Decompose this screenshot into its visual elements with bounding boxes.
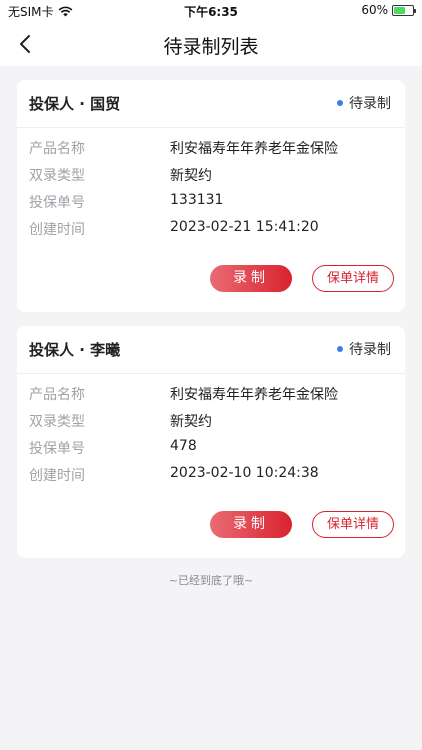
field-value: 2023-02-21 15:41:20 bbox=[170, 219, 319, 235]
card-header: 投保人 · 国贸 待录制 bbox=[17, 80, 405, 128]
battery-icon bbox=[392, 4, 416, 16]
field-row: 双录类型 新契约 bbox=[17, 411, 405, 438]
field-label: 双录类型 bbox=[29, 414, 85, 430]
status-text: 待录制 bbox=[349, 342, 391, 358]
field-value: 利安福寿年年养老年金保险 bbox=[170, 387, 338, 403]
field-value: 478 bbox=[170, 438, 197, 454]
field-value: 新契约 bbox=[170, 168, 212, 184]
record-button[interactable]: 录制 bbox=[210, 265, 292, 292]
field-value: 新契约 bbox=[170, 414, 212, 430]
clock: 下午6:35 bbox=[184, 5, 238, 19]
field-label: 产品名称 bbox=[29, 387, 85, 403]
field-row: 投保单号 478 bbox=[17, 438, 405, 465]
status-dot-icon bbox=[337, 346, 343, 352]
page-title: 待录制列表 bbox=[163, 36, 259, 58]
battery-percent: 60% bbox=[361, 3, 388, 17]
field-row: 产品名称 利安福寿年年养老年金保险 bbox=[17, 138, 405, 165]
field-row: 投保单号 133131 bbox=[17, 192, 405, 219]
field-row: 创建时间 2023-02-21 15:41:20 bbox=[17, 219, 405, 246]
record-button[interactable]: 录制 bbox=[210, 511, 292, 538]
status-badge: 待录制 bbox=[337, 93, 391, 113]
policy-card: 投保人 · 国贸 待录制 产品名称 利安福寿年年养老年金保险 双录类型 新契约 … bbox=[17, 80, 405, 312]
end-of-list-note: ~已经到底了哦~ bbox=[168, 574, 254, 587]
status-text: 待录制 bbox=[349, 96, 391, 112]
policy-detail-button[interactable]: 保单详情 bbox=[312, 511, 394, 538]
field-label: 创建时间 bbox=[29, 222, 85, 238]
card-fields: 产品名称 利安福寿年年养老年金保险 双录类型 新契约 投保单号 478 创建时间… bbox=[17, 374, 405, 492]
policy-detail-button[interactable]: 保单详情 bbox=[312, 265, 394, 292]
field-label: 投保单号 bbox=[29, 195, 85, 211]
card-fields: 产品名称 利安福寿年年养老年金保险 双录类型 新契约 投保单号 133131 创… bbox=[17, 128, 405, 246]
field-label: 双录类型 bbox=[29, 168, 85, 184]
nav-bar: 待录制列表 bbox=[0, 22, 422, 66]
battery-info: 60% bbox=[361, 3, 416, 17]
field-label: 创建时间 bbox=[29, 468, 85, 484]
field-row: 双录类型 新契约 bbox=[17, 165, 405, 192]
card-header: 投保人 · 李曦 待录制 bbox=[17, 326, 405, 374]
policy-card: 投保人 · 李曦 待录制 产品名称 利安福寿年年养老年金保险 双录类型 新契约 … bbox=[17, 326, 405, 558]
holder-name: 投保人 · 李曦 bbox=[29, 341, 121, 359]
status-badge: 待录制 bbox=[337, 339, 391, 359]
field-value: 利安福寿年年养老年金保险 bbox=[170, 141, 338, 157]
status-dot-icon bbox=[337, 100, 343, 106]
status-bar: 无SIM卡 下午6:35 60% bbox=[0, 0, 422, 22]
holder-name: 投保人 · 国贸 bbox=[29, 95, 121, 113]
field-row: 产品名称 利安福寿年年养老年金保险 bbox=[17, 384, 405, 411]
field-label: 产品名称 bbox=[29, 141, 85, 157]
field-label: 投保单号 bbox=[29, 441, 85, 457]
field-value: 133131 bbox=[170, 192, 224, 208]
field-value: 2023-02-10 10:24:38 bbox=[170, 465, 319, 481]
field-row: 创建时间 2023-02-10 10:24:38 bbox=[17, 465, 405, 492]
